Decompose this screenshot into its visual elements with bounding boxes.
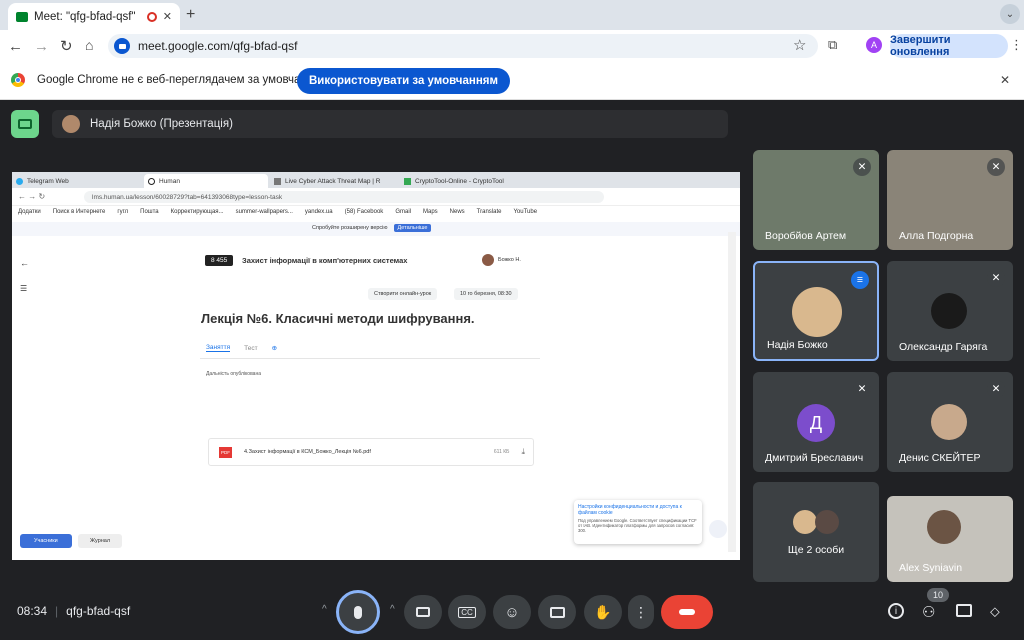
recording-icon xyxy=(146,11,157,22)
inner-shield-icon xyxy=(709,520,727,538)
tab-meet[interactable]: Meet: "qfg-bfad-qsf" ✕ xyxy=(8,3,180,30)
home-icon[interactable]: ⌂ xyxy=(85,37,93,53)
avatar-initial: Д xyxy=(797,404,835,442)
speaking-indicator-icon: ≡ xyxy=(851,271,869,289)
avatar xyxy=(815,510,839,534)
captions-button[interactable]: CC xyxy=(448,595,486,629)
participants-count-badge: 10 xyxy=(927,588,949,602)
set-default-button[interactable]: Використовувати за умовчанням xyxy=(297,68,510,94)
hang-up-icon xyxy=(679,609,695,615)
mic-off-icon: ✕ xyxy=(987,380,1005,398)
inner-lesson-title: Лекція №6. Класичні методи шифрування. xyxy=(201,311,475,326)
avatar xyxy=(931,404,967,440)
pdf-icon: PDF xyxy=(219,446,232,458)
presenter-avatar xyxy=(62,115,80,133)
meeting-info: 08:34 | qfg-bfad-qsf xyxy=(17,604,131,618)
participant-tile[interactable]: ✕ Олександр Гаряга xyxy=(887,261,1013,361)
inner-lesson-tabs: Заняття Тест ⊕ xyxy=(206,344,278,352)
emoji-icon: ☺ xyxy=(504,603,520,621)
camera-button[interactable] xyxy=(404,595,442,629)
inner-bookmarks-bar: Додатки Поиск в Интернете гугл Пошта Коррект… xyxy=(18,209,538,215)
audio-options-chevron-icon[interactable]: ^ xyxy=(322,604,327,615)
camera-off-icon xyxy=(416,607,430,617)
more-icon: ⋮ xyxy=(634,603,648,620)
captions-icon: CC xyxy=(458,606,476,618)
participant-tile[interactable]: Alex Syniavin xyxy=(887,496,1013,582)
update-button[interactable]: Завершити оновлення xyxy=(890,34,1008,58)
clock: 08:34 xyxy=(17,604,48,618)
participant-tile[interactable]: ✕ Алла Подгорна xyxy=(887,150,1013,250)
forward-icon[interactable]: → xyxy=(34,38,49,55)
new-tab-icon[interactable]: + xyxy=(186,6,195,24)
meeting-details-icon[interactable]: i xyxy=(888,603,904,619)
tab-title: Meet: "qfg-bfad-qsf" xyxy=(34,10,136,23)
inner-class-badge: 8 455 xyxy=(205,255,234,266)
reload-icon[interactable]: ↻ xyxy=(60,37,73,55)
chat-icon[interactable] xyxy=(956,604,972,617)
inner-file: PDF 4.Захист інформації в КСМ_Божко_Лекц… xyxy=(208,438,534,466)
inner-tab-threatmap: Live Cyber Attack Threat Map | R xyxy=(274,174,398,188)
chrome-logo-icon xyxy=(11,73,25,87)
inner-journal-button: Журнал xyxy=(78,534,123,548)
participant-tile-speaking[interactable]: ≡ Надія Божко xyxy=(753,261,879,361)
url-text: meet.google.com/qfg-bfad-qsf xyxy=(138,39,298,53)
inner-students-button: Учасники xyxy=(20,534,72,548)
camera-icon xyxy=(114,38,130,54)
raise-hand-button[interactable]: ✋ xyxy=(584,595,622,629)
address-bar[interactable]: meet.google.com/qfg-bfad-qsf xyxy=(108,34,818,58)
inner-tab-telegram: Telegram Web xyxy=(16,174,140,188)
participant-tile-overflow[interactable]: Ще 2 особи xyxy=(753,482,879,582)
avatar xyxy=(927,510,961,544)
menu-icon[interactable]: ⋮ xyxy=(1010,37,1023,53)
present-icon xyxy=(549,606,565,618)
participant-tile[interactable]: ✕ Воробйов Артем xyxy=(753,150,879,250)
inner-course-title: Захист інформації в комп'ютерних система… xyxy=(242,256,408,265)
mic-off-icon: ✕ xyxy=(853,380,871,398)
mic-button[interactable] xyxy=(336,590,380,634)
participant-tile[interactable]: ✕ Денис СКЕЙТЕР xyxy=(887,372,1013,472)
close-infobar-icon[interactable]: ✕ xyxy=(1000,73,1010,87)
mic-off-icon: ✕ xyxy=(987,158,1005,176)
video-options-chevron-icon[interactable]: ^ xyxy=(390,604,395,615)
inner-url: lms.human.ua/lesson/60028729?tab=6413930… xyxy=(84,191,604,203)
inner-nav-icons: ← → ↻ xyxy=(18,192,46,201)
shared-screen: Telegram Web Human Live Cyber Attack Thr… xyxy=(12,172,740,560)
inner-list-icon: ☰ xyxy=(20,284,28,293)
end-call-button[interactable] xyxy=(661,595,713,629)
more-options-button[interactable]: ⋮ xyxy=(628,595,654,629)
hand-icon: ✋ xyxy=(594,603,612,620)
meet-favicon-icon xyxy=(16,11,28,22)
presentation-icon[interactable] xyxy=(11,110,39,138)
avatar xyxy=(792,287,842,337)
inner-date: 10 го березня, 08:30 xyxy=(454,288,518,300)
inner-promo: Спробуйте розширену версію Детальніше xyxy=(312,224,432,232)
inner-tab-human: Human xyxy=(144,174,268,188)
inner-tab-cryptotool: CryptoTool-Online - CryptoTool xyxy=(404,174,528,188)
participant-tile[interactable]: ✕ Д Дмитрий Бреславич xyxy=(753,372,879,472)
mic-off-icon: ✕ xyxy=(987,269,1005,287)
avatar xyxy=(793,510,817,534)
present-button[interactable] xyxy=(538,595,576,629)
profile-avatar[interactable]: A xyxy=(866,37,882,53)
presenter-bar: Надія Божко (Презентація) xyxy=(52,110,728,138)
mic-icon xyxy=(354,605,362,619)
presenter-label: Надія Божко (Презентація) xyxy=(90,118,233,130)
back-icon[interactable]: ← xyxy=(8,38,23,55)
inner-back-icon: ← xyxy=(20,258,29,268)
close-tab-icon[interactable]: ✕ xyxy=(163,10,172,23)
inner-published: Дальність опублікована xyxy=(206,371,262,377)
inner-user: Божко Н. xyxy=(482,254,521,266)
infobar-text: Google Chrome не є веб-переглядачем за у… xyxy=(37,74,328,86)
bookmark-star-icon[interactable]: ☆ xyxy=(793,36,806,54)
mic-off-icon: ✕ xyxy=(853,158,871,176)
meeting-code: qfg-bfad-qsf xyxy=(66,604,131,618)
tab-search-icon[interactable]: ⌄ xyxy=(1000,4,1020,24)
emoji-button[interactable]: ☺ xyxy=(493,595,531,629)
activities-icon[interactable]: ⬦ xyxy=(990,603,1000,620)
inner-create-online: Створити онлайн-урок xyxy=(368,288,438,300)
extensions-icon[interactable]: ⧉ xyxy=(828,37,837,53)
avatar xyxy=(931,293,967,329)
people-icon[interactable]: ⚇ xyxy=(922,603,935,621)
inner-cookie-popup: Настройки конфиденциальности и доступа к… xyxy=(574,500,702,544)
